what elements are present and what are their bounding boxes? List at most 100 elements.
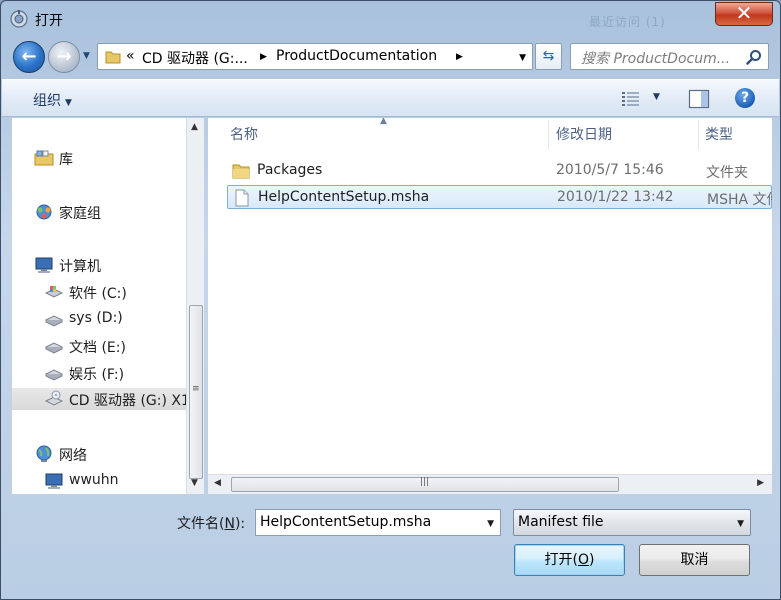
scroll-left-icon[interactable]: ◀: [214, 478, 221, 488]
column-header-type[interactable]: 类型: [705, 124, 733, 144]
column-divider[interactable]: [548, 120, 549, 150]
sidebar-item-cd-drive[interactable]: CD 驱动器 (G:) X1: [12, 388, 186, 410]
open-accesskey: O: [577, 552, 590, 568]
search-icon[interactable]: [746, 49, 762, 65]
filetype-value: Manifest file: [518, 514, 604, 530]
view-options-icon[interactable]: [621, 90, 641, 108]
forward-button[interactable]: →: [48, 41, 80, 73]
help-icon[interactable]: ?: [735, 88, 755, 108]
chevron-down-icon[interactable]: ▼: [737, 515, 744, 533]
filename-value[interactable]: HelpContentSetup.msha: [260, 514, 431, 530]
open-label-suffix: ): [589, 552, 595, 568]
title-bar: 打开 最近访问 (1) ✕: [1, 1, 780, 37]
sidebar-item-libraries[interactable]: 库: [12, 147, 186, 169]
refresh-icon: ⇆: [542, 48, 555, 64]
folder-icon: [105, 51, 121, 64]
sidebar-item-label: 娱乐 (F:): [69, 367, 125, 383]
file-row-helpcontentsetup[interactable]: HelpContentSetup.msha 2010/1/22 13:42 MS…: [227, 185, 772, 209]
cancel-button[interactable]: 取消: [639, 544, 750, 576]
open-file-dialog: 打开 最近访问 (1) ✕ ← → ▼ « CD 驱动器 (G:... ▶ Pr…: [0, 0, 781, 600]
network-icon: [36, 445, 52, 462]
sidebar-item-label: 家庭组: [59, 206, 101, 222]
drive-icon: [44, 315, 64, 327]
sidebar-item-label: 文档 (E:): [69, 340, 126, 356]
filename-label-suffix: ):: [234, 516, 246, 532]
library-icon: [34, 150, 54, 166]
recent-pages-dropdown[interactable]: ▼: [83, 51, 93, 63]
address-bar[interactable]: « CD 驱动器 (G:... ▶ ProductDocumentation ▶…: [97, 43, 533, 70]
grip-icon: |||: [420, 477, 430, 487]
sort-ascending-icon: ▲: [380, 118, 387, 126]
homegroup-icon: [36, 204, 52, 220]
refresh-button[interactable]: ⇆: [535, 43, 562, 70]
sidebar-item-label: 计算机: [59, 259, 101, 275]
sidebar-item-wwuhn[interactable]: wwuhn: [12, 470, 186, 492]
breadcrumb-cd-drive[interactable]: CD 驱动器 (G:...: [142, 48, 248, 68]
file-date: 2010/1/22 13:42: [557, 189, 674, 205]
drive-icon: [44, 369, 64, 381]
search-box[interactable]: 搜索 ProductDocum...: [570, 43, 769, 70]
filename-accesskey: N: [224, 516, 235, 532]
file-list-horizontal-scrollbar[interactable]: ◀ ||| ▶: [208, 474, 772, 494]
view-dropdown-icon[interactable]: ▼: [653, 92, 660, 102]
sidebar-item-drive-e[interactable]: 文档 (E:): [12, 335, 186, 357]
back-button[interactable]: ←: [13, 41, 45, 73]
scroll-up-icon[interactable]: ▲: [191, 122, 198, 132]
sidebar-item-network[interactable]: 网络: [12, 443, 186, 465]
sidebar-item-homegroup[interactable]: 家庭组: [12, 201, 186, 223]
breadcrumb-arrow-icon[interactable]: ▶: [456, 48, 463, 66]
file-type: 文件夹: [706, 165, 748, 181]
breadcrumb-arrow-icon[interactable]: ▶: [260, 48, 267, 66]
file-type: MSHA 文件: [707, 192, 772, 208]
scroll-down-icon[interactable]: ▼: [191, 478, 198, 488]
sidebar-item-drive-f[interactable]: 娱乐 (F:): [12, 362, 186, 384]
filetype-select[interactable]: Manifest file ▼: [513, 509, 751, 536]
sidebar-item-drive-c[interactable]: 软件 (C:): [12, 281, 186, 303]
scrollbar-thumb[interactable]: ≡: [189, 305, 203, 479]
address-dropdown-icon[interactable]: ▼: [519, 49, 526, 67]
preview-pane-icon[interactable]: [688, 89, 710, 109]
sidebar-item-label: 网络: [59, 448, 87, 464]
navigation-pane: 库 家庭组 计算机 软件 (C:) sys (D:) 文档 (E:) 娱乐 (F…: [12, 118, 186, 494]
chevron-down-icon[interactable]: ▼: [487, 515, 494, 533]
computer-icon: [45, 473, 63, 489]
app-icon: [10, 10, 28, 28]
file-name: HelpContentSetup.msha: [258, 189, 430, 205]
navigation-pane-scrollbar[interactable]: ▲ ≡ ▼: [186, 118, 204, 494]
organize-label: 组织: [33, 93, 61, 109]
sidebar-item-computer[interactable]: 计算机: [12, 254, 186, 276]
column-header-date[interactable]: 修改日期: [556, 124, 612, 144]
file-icon: [235, 189, 249, 207]
system-drive-icon: [44, 286, 64, 298]
address-overflow-chevron[interactable]: «: [126, 48, 135, 64]
computer-icon: [35, 257, 53, 273]
window-title: 打开: [35, 13, 63, 29]
grip-icon: ≡: [192, 384, 199, 394]
arrow-left-icon: ←: [21, 46, 37, 67]
open-button[interactable]: 打开(O): [514, 544, 625, 576]
organize-menu[interactable]: 组织 ▼: [33, 90, 72, 110]
scrollbar-thumb[interactable]: |||: [231, 477, 619, 492]
file-date: 2010/5/7 15:46: [556, 162, 664, 178]
title-ghost-text: 最近访问 (1): [589, 15, 666, 29]
filename-label: 文件名(N):: [177, 513, 245, 533]
open-label: 打开(: [544, 552, 578, 568]
command-bar: 组织 ▼ ▼ ?: [2, 79, 779, 117]
folder-icon: [232, 164, 250, 179]
cd-drive-icon: [44, 390, 64, 406]
breadcrumb-productdocumentation[interactable]: ProductDocumentation: [276, 48, 437, 64]
sidebar-item-drive-d[interactable]: sys (D:): [12, 308, 186, 330]
file-list: 名称 ▲ 修改日期 类型 Packages 2010/5/7 15:46 文件夹…: [208, 118, 772, 474]
file-row-packages[interactable]: Packages 2010/5/7 15:46 文件夹: [227, 159, 772, 183]
close-icon: ✕: [735, 1, 753, 25]
sidebar-item-label: CD 驱动器 (G:) X1: [69, 393, 186, 409]
search-input[interactable]: 搜索 ProductDocum...: [581, 48, 730, 68]
scroll-right-icon[interactable]: ▶: [757, 478, 764, 488]
sidebar-item-label: sys (D:): [69, 310, 123, 326]
column-divider[interactable]: [698, 120, 699, 150]
drive-icon: [44, 342, 64, 354]
close-button[interactable]: ✕: [715, 2, 773, 26]
filename-field[interactable]: HelpContentSetup.msha ▼: [255, 509, 501, 536]
column-header-name[interactable]: 名称: [230, 124, 258, 144]
file-name: Packages: [257, 162, 323, 178]
